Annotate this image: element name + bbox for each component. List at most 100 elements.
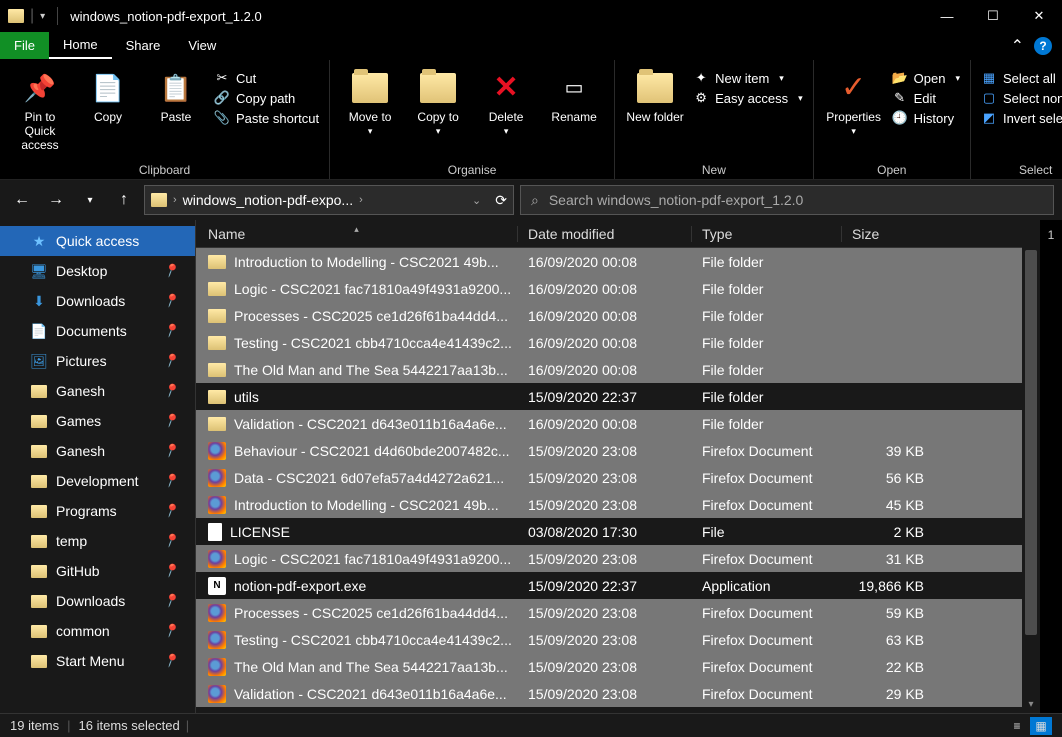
- copy-to-button[interactable]: Copy to▾: [408, 66, 468, 138]
- address-bar[interactable]: › windows_notion-pdf-expo... › ⌄ ⟳: [144, 185, 514, 215]
- file-type: Firefox Document: [692, 659, 842, 675]
- sidebar-item[interactable]: 🖼Pictures📍: [0, 346, 195, 376]
- minimize-button[interactable]: —: [924, 0, 970, 32]
- sidebar-item[interactable]: ⬇Downloads📍: [0, 286, 195, 316]
- table-row[interactable]: Introduction to Modelling - CSC2021 49b.…: [196, 491, 1022, 518]
- table-row[interactable]: utils15/09/2020 22:37File folder: [196, 383, 1022, 410]
- table-row[interactable]: Processes - CSC2025 ce1d26f61ba44dd4...1…: [196, 599, 1022, 626]
- up-button[interactable]: ↑: [110, 186, 138, 214]
- refresh-button[interactable]: ⟳: [495, 192, 507, 209]
- new-item-button[interactable]: ✦New item ▾: [693, 70, 803, 86]
- back-button[interactable]: ←: [8, 186, 36, 214]
- sidebar-item[interactable]: 🖥Desktop📍: [0, 256, 195, 286]
- history-button[interactable]: 🕘History: [892, 110, 960, 126]
- column-name[interactable]: ▴Name: [196, 226, 518, 242]
- pin-quick-access-button[interactable]: 📌 Pin to Quick access: [10, 66, 70, 152]
- table-row[interactable]: Introduction to Modelling - CSC2021 49b.…: [196, 248, 1022, 275]
- select-none-button[interactable]: ▢Select none: [981, 90, 1062, 106]
- sidebar-item[interactable]: temp📍: [0, 526, 195, 556]
- sidebar-item[interactable]: Start Menu📍: [0, 646, 195, 676]
- forward-button[interactable]: →: [42, 186, 70, 214]
- delete-button[interactable]: ✕Delete▾: [476, 66, 536, 138]
- tab-home[interactable]: Home: [49, 32, 112, 59]
- sidebar: ★ Quick access 🖥Desktop📍⬇Downloads📍📄Docu…: [0, 220, 196, 713]
- paste-button[interactable]: 📋 Paste: [146, 66, 206, 124]
- table-row[interactable]: The Old Man and The Sea 5442217aa13b...1…: [196, 356, 1022, 383]
- copy-button[interactable]: 📄 Copy: [78, 66, 138, 124]
- column-date[interactable]: Date modified: [518, 226, 692, 242]
- pin-icon: 📍: [161, 321, 182, 342]
- sidebar-item-label: Games: [56, 413, 101, 429]
- column-type[interactable]: Type: [692, 226, 842, 242]
- rename-button[interactable]: ▭Rename: [544, 66, 604, 124]
- table-row[interactable]: Processes - CSC2025 ce1d26f61ba44dd4...1…: [196, 302, 1022, 329]
- file-date: 16/09/2020 00:08: [518, 416, 692, 432]
- file-type: File folder: [692, 308, 842, 324]
- help-icon[interactable]: ?: [1034, 37, 1052, 55]
- sidebar-quick-access[interactable]: ★ Quick access: [0, 226, 195, 256]
- view-details-button[interactable]: ≡: [1006, 717, 1028, 735]
- sidebar-item[interactable]: Development📍: [0, 466, 195, 496]
- sidebar-item[interactable]: 📄Documents📍: [0, 316, 195, 346]
- qat-dropdown-icon[interactable]: ▾: [40, 11, 45, 22]
- breadcrumb[interactable]: windows_notion-pdf-expo...: [183, 192, 353, 208]
- copy-path-button[interactable]: 🔗Copy path: [214, 90, 319, 106]
- table-row[interactable]: Nnotion-pdf-export.exe15/09/2020 22:37Ap…: [196, 572, 1022, 599]
- tab-view[interactable]: View: [174, 32, 230, 59]
- tab-share[interactable]: Share: [112, 32, 175, 59]
- paste-shortcut-button[interactable]: 📎Paste shortcut: [214, 110, 319, 126]
- invert-selection-button[interactable]: ◩Invert selection: [981, 110, 1062, 126]
- table-row[interactable]: Testing - CSC2021 cbb4710cca4e41439c2...…: [196, 329, 1022, 356]
- sidebar-item-label: Documents: [56, 323, 127, 339]
- chevron-right-icon[interactable]: ›: [359, 194, 363, 206]
- edit-button[interactable]: ✎Edit: [892, 90, 960, 106]
- maximize-button[interactable]: ☐: [970, 0, 1016, 32]
- scroll-thumb[interactable]: [1025, 250, 1037, 635]
- sidebar-item[interactable]: Ganesh📍: [0, 436, 195, 466]
- sidebar-item[interactable]: Programs📍: [0, 496, 195, 526]
- table-row[interactable]: Data - CSC2021 6d07efa57a4d4272a621...15…: [196, 464, 1022, 491]
- sidebar-item[interactable]: common📍: [0, 616, 195, 646]
- open-button[interactable]: 📂Open ▾: [892, 70, 960, 86]
- file-size: 29 KB: [842, 686, 938, 702]
- table-row[interactable]: The Old Man and The Sea 5442217aa13b...1…: [196, 653, 1022, 680]
- cut-button[interactable]: ✂Cut: [214, 70, 319, 86]
- select-all-button[interactable]: ▦Select all: [981, 70, 1062, 86]
- table-row[interactable]: Testing - CSC2021 cbb4710cca4e41439c2...…: [196, 626, 1022, 653]
- address-dropdown-icon[interactable]: ⌄: [472, 194, 481, 207]
- sidebar-item-label: Downloads: [56, 293, 125, 309]
- table-row[interactable]: Validation - CSC2021 d643e011b16a4a6e...…: [196, 410, 1022, 437]
- table-row[interactable]: Logic - CSC2021 fac71810a49f4931a9200...…: [196, 545, 1022, 572]
- sidebar-item[interactable]: Downloads📍: [0, 586, 195, 616]
- file-name: Introduction to Modelling - CSC2021 49b.…: [234, 497, 499, 513]
- close-button[interactable]: ✕: [1016, 0, 1062, 32]
- column-size[interactable]: Size: [842, 226, 938, 242]
- move-to-button[interactable]: Move to▾: [340, 66, 400, 138]
- sidebar-item[interactable]: Games📍: [0, 406, 195, 436]
- new-group-label: New: [625, 161, 803, 177]
- folder-icon: [30, 505, 48, 518]
- collapse-ribbon-icon[interactable]: ⌃: [1011, 36, 1024, 56]
- scroll-down-icon[interactable]: ▾: [1022, 695, 1040, 713]
- table-row[interactable]: LICENSE03/08/2020 17:30File2 KB: [196, 518, 1022, 545]
- tab-file[interactable]: File: [0, 32, 49, 59]
- search-placeholder: Search windows_notion-pdf-export_1.2.0: [549, 192, 804, 208]
- firefox-icon: [208, 604, 226, 622]
- table-row[interactable]: Logic - CSC2021 fac71810a49f4931a9200...…: [196, 275, 1022, 302]
- table-row[interactable]: Behaviour - CSC2021 d4d60bde2007482c...1…: [196, 437, 1022, 464]
- easy-access-button[interactable]: ⚙Easy access ▾: [693, 90, 803, 106]
- table-row[interactable]: Validation - CSC2021 d643e011b16a4a6e...…: [196, 680, 1022, 707]
- file-date: 16/09/2020 00:08: [518, 281, 692, 297]
- search-box[interactable]: ⌕ Search windows_notion-pdf-export_1.2.0: [520, 185, 1054, 215]
- file-date: 15/09/2020 23:08: [518, 551, 692, 567]
- sidebar-item[interactable]: GitHub📍: [0, 556, 195, 586]
- file-type: Application: [692, 578, 842, 594]
- recent-dropdown[interactable]: ▾: [76, 186, 104, 214]
- properties-button[interactable]: ✓Properties▾: [824, 66, 884, 138]
- vertical-scrollbar[interactable]: ▾: [1022, 220, 1040, 713]
- chevron-right-icon[interactable]: ›: [173, 194, 177, 206]
- new-folder-button[interactable]: New folder: [625, 66, 685, 124]
- pin-icon: 📍: [161, 531, 182, 552]
- view-icons-button[interactable]: ▦: [1030, 717, 1052, 735]
- sidebar-item[interactable]: Ganesh📍: [0, 376, 195, 406]
